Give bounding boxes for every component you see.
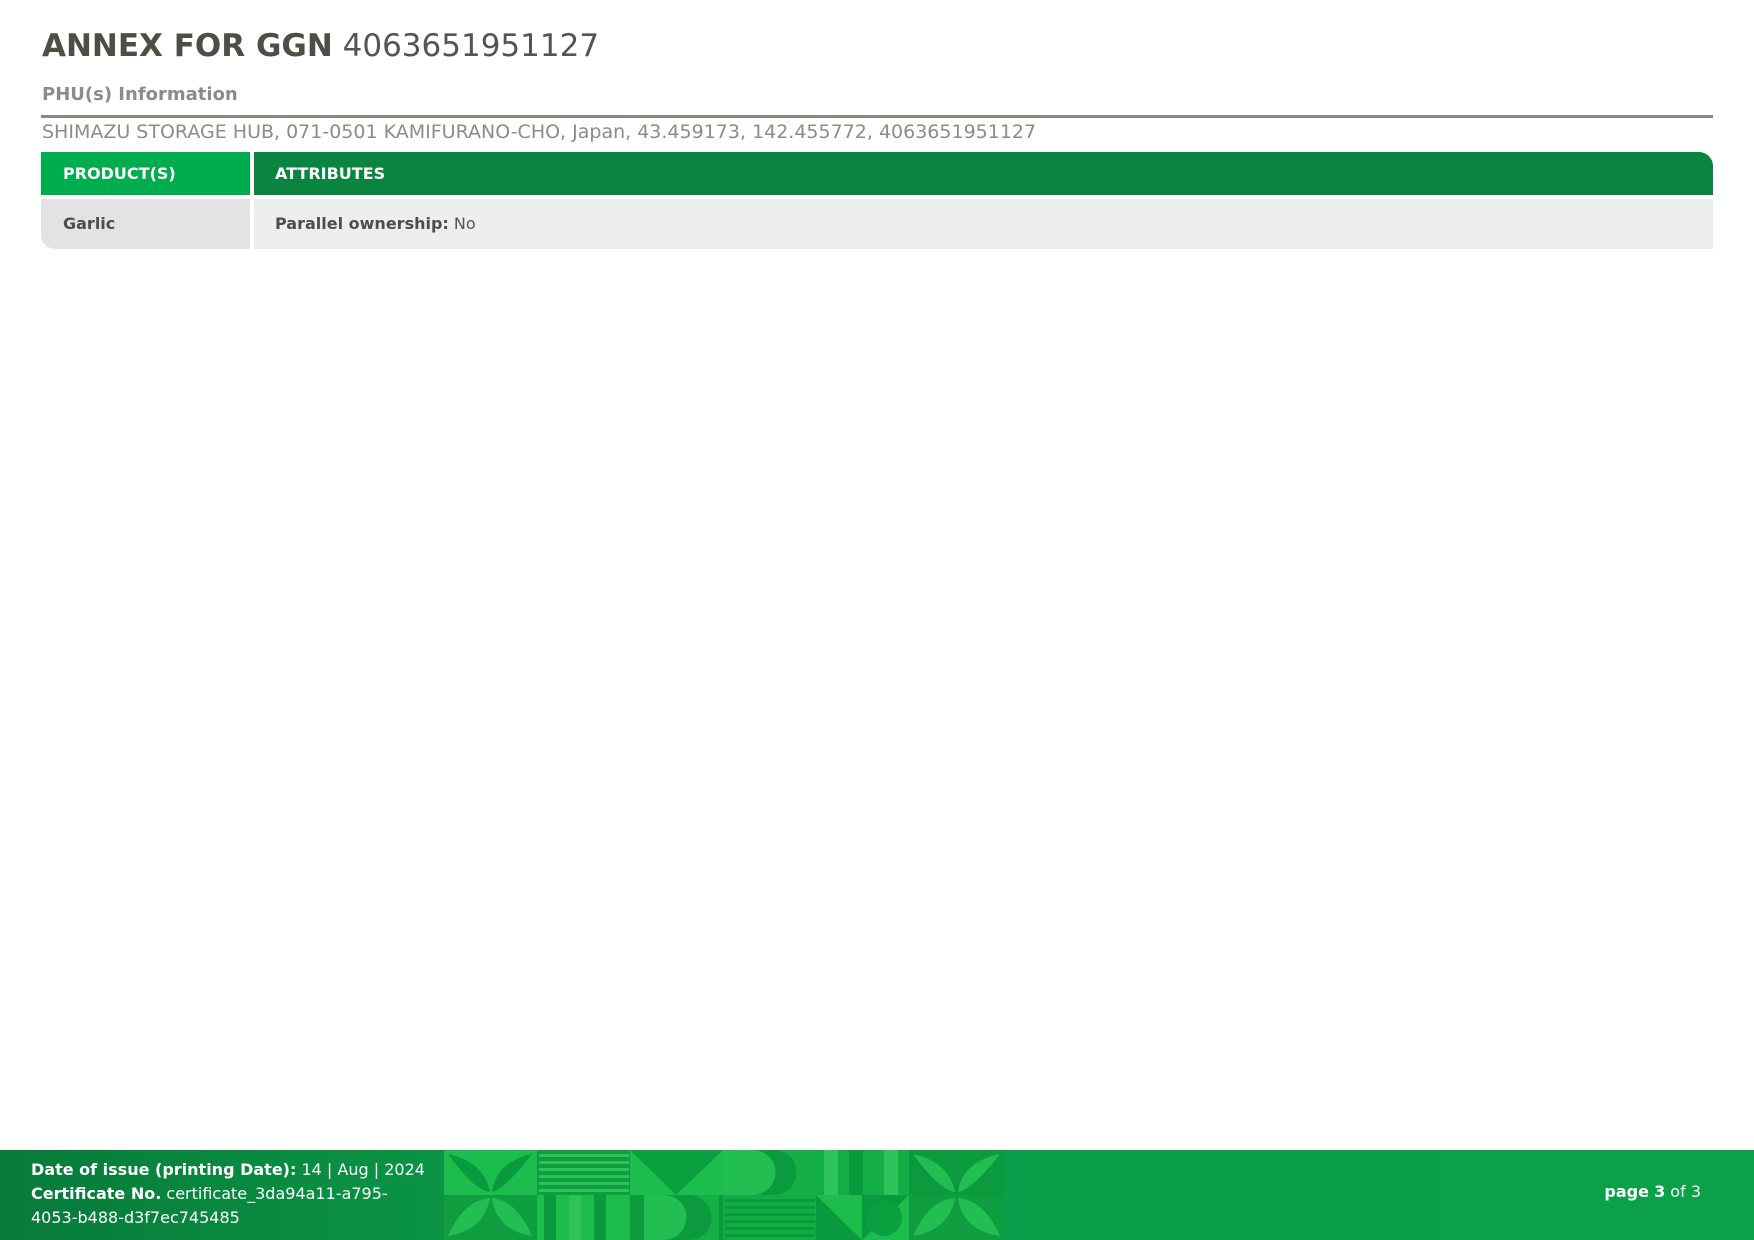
section-subheading: PHU(s) Information — [42, 84, 238, 105]
certificate-label: Certificate No. — [31, 1184, 162, 1203]
table-row: Garlic Parallel ownership: No — [41, 199, 1713, 249]
page-number: page 3 of 3 — [1604, 1182, 1701, 1201]
issue-date-value: 14 | Aug | 2024 — [301, 1160, 425, 1179]
attribute-key: Parallel ownership: — [275, 214, 449, 233]
footer-info: Date of issue (printing Date): 14 | Aug … — [31, 1158, 431, 1230]
title-label: ANNEX FOR GGN — [42, 28, 333, 64]
products-table: PRODUCT(S) ATTRIBUTES Garlic Parallel ow… — [41, 152, 1713, 249]
table-header: PRODUCT(S) ATTRIBUTES — [41, 152, 1713, 195]
phu-address: SHIMAZU STORAGE HUB, 071-0501 KAMIFURANO… — [42, 121, 1037, 143]
footer-band: Date of issue (printing Date): 14 | Aug … — [0, 1150, 1754, 1240]
column-header-products: PRODUCT(S) — [41, 152, 250, 195]
page-current: 3 — [1654, 1182, 1666, 1201]
column-header-attributes: ATTRIBUTES — [254, 152, 1713, 195]
attribute-value: No — [453, 214, 476, 233]
decorative-pattern — [444, 1150, 1004, 1240]
page-title: ANNEX FOR GGN 4063651951127 — [42, 26, 599, 66]
certificate-number: Certificate No. certificate_3da94a11-a79… — [31, 1182, 431, 1230]
ggn-number: 4063651951127 — [342, 28, 600, 64]
page-label: page — [1604, 1182, 1649, 1201]
product-cell: Garlic — [41, 199, 250, 249]
attributes-cell: Parallel ownership: No — [254, 199, 1713, 249]
page-of: of — [1670, 1182, 1686, 1201]
issue-date-label: Date of issue (printing Date): — [31, 1160, 297, 1179]
issue-date: Date of issue (printing Date): 14 | Aug … — [31, 1158, 431, 1182]
page-total: 3 — [1690, 1182, 1701, 1201]
divider — [41, 115, 1713, 118]
